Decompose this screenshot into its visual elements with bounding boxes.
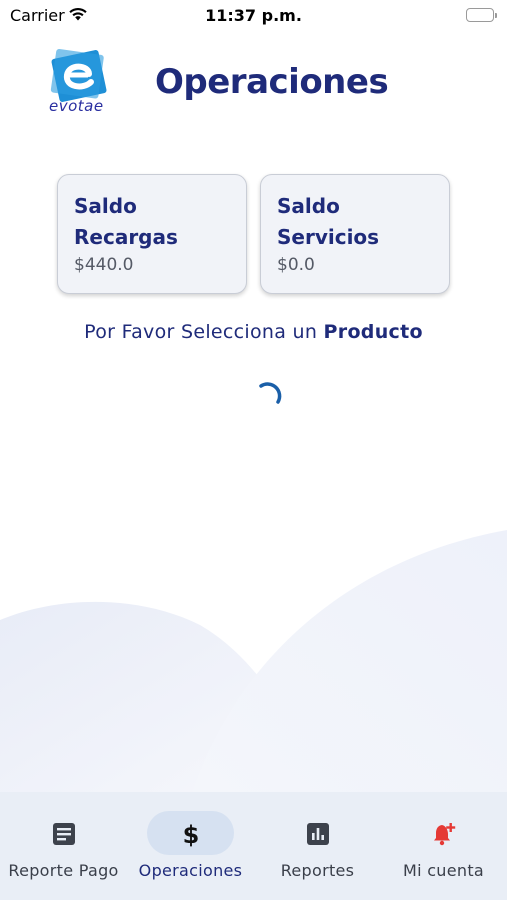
bottom-navigation: Reporte Pago $ Operaciones Reportes Mi c… xyxy=(0,792,507,900)
document-icon xyxy=(52,823,75,845)
loading-spinner-icon xyxy=(259,382,282,404)
dollar-icon: $ xyxy=(182,821,199,847)
card-value: $0.0 xyxy=(277,255,315,275)
nav-item-reportes[interactable]: Reportes xyxy=(254,792,381,900)
bar-chart-icon xyxy=(306,823,329,845)
select-product-prompt: Por Favor Selecciona un Producto xyxy=(0,321,507,343)
nav-label: Reporte Pago xyxy=(8,861,119,880)
bell-add-icon xyxy=(433,823,455,846)
prompt-text: Por Favor Selecciona un xyxy=(84,321,318,343)
svg-text:$: $ xyxy=(182,821,199,847)
nav-label: Reportes xyxy=(280,861,355,880)
saldo-servicios-card[interactable]: Saldo Servicios $0.0 xyxy=(260,174,450,294)
logo-text: evotae xyxy=(49,97,104,115)
card-title: Saldo Recargas xyxy=(74,194,178,249)
prompt-bold: Producto xyxy=(323,321,423,343)
nav-label: Operaciones xyxy=(138,861,243,880)
card-value: $440.0 xyxy=(74,255,134,275)
battery-icon xyxy=(466,8,497,22)
nav-label: Mi cuenta xyxy=(402,861,485,880)
status-bar: Carrier 11:37 p.m. xyxy=(0,0,507,34)
card-title: Saldo Servicios xyxy=(277,194,380,249)
nav-item-mi-cuenta[interactable]: Mi cuenta xyxy=(380,792,507,900)
status-time: 11:37 p.m. xyxy=(205,6,302,25)
page-title: Operaciones xyxy=(155,62,389,102)
nav-item-operaciones[interactable]: $ Operaciones xyxy=(127,792,254,900)
background-waves xyxy=(0,530,507,800)
saldo-recargas-card[interactable]: Saldo Recargas $440.0 xyxy=(57,174,247,294)
nav-item-reporte-pago[interactable]: Reporte Pago xyxy=(0,792,127,900)
